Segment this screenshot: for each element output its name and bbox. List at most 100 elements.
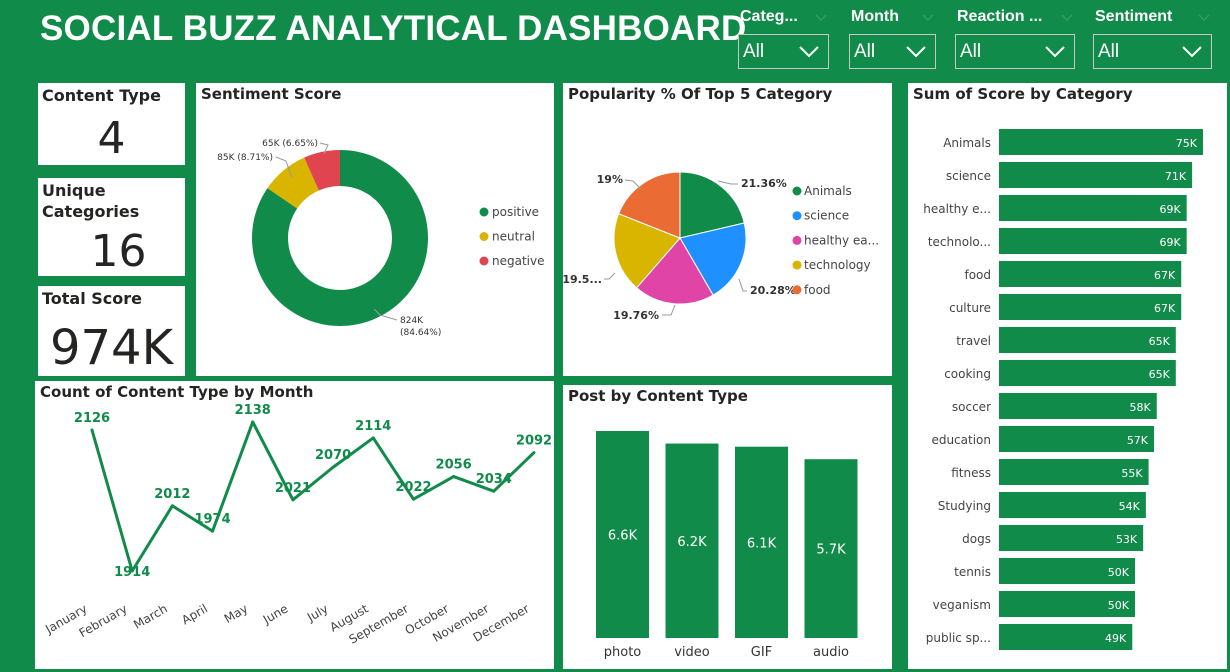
line-x-label-may: May [222,601,250,626]
chevron-down-icon[interactable] [1059,10,1075,26]
bar-data-label: 58K [1130,401,1152,414]
post-by-content-type-panel[interactable]: Post by Content Type 6.6K photo 6.2K video 6… [563,385,892,669]
slicer-sentiment-dropdown[interactable]: All [1093,34,1212,69]
line-x-label-july: July [304,601,331,624]
popularity-pie-chart[interactable]: 21.36% 20.28% 19.76% 19.5... 19% Animals scien… [563,83,892,376]
bar-data-label: 67K [1154,269,1176,282]
slicer-category[interactable]: Categ... All [738,6,829,70]
legend-label-negative: negative [492,254,544,268]
bar-data-label: 57K [1127,434,1149,447]
slicer-reaction-value: All [960,41,982,62]
legend-label-animals: Animals [804,184,852,198]
line-x-label-april: April [179,601,210,627]
chevron-down-icon[interactable] [813,10,829,26]
chevron-down-icon[interactable] [920,10,936,26]
chevron-down-icon [1182,46,1202,58]
dashboard-title: SOCIAL BUZZ ANALYTICAL DASHBOARD [40,9,747,48]
line-point-december [532,451,536,455]
bar-data-label: 67K [1154,302,1176,315]
slicer-sentiment-value: All [1098,41,1120,62]
card-total-score-value: 974K [49,320,174,376]
slicer-category-dropdown[interactable]: All [738,34,829,69]
sentiment-score-panel[interactable]: Sentiment Score 824K (84.64%) 85K (8.71%) 6… [196,83,554,376]
line-data-label: 2021 [275,481,311,496]
pie-leader-animals [717,180,738,185]
line-point-september [411,497,415,501]
legend-marker-neutral [479,232,489,241]
popularity-panel[interactable]: Popularity % Of Top 5 Category 21.36% 20.… [563,83,892,376]
pie-label-animals: 21.36% [741,177,787,190]
legend-marker-animals [792,186,802,196]
content-by-month-chart[interactable]: 2126January1914February2012March1974Apri… [35,381,554,669]
line-point-october [452,475,456,479]
line-data-label: 2126 [74,411,110,426]
bar-category-label: Animals [943,136,991,150]
legend-marker-food [792,285,802,295]
card-content-type-value: 4 [97,113,126,164]
bar-category-label: technolo... [928,235,991,249]
score-by-category-chart[interactable]: Animals 75K science 71K healthy e... 69K techn… [908,83,1227,669]
line-point-july [331,465,335,469]
chevron-down-icon [906,46,926,58]
line-x-label-march: March [131,601,170,631]
slicer-reaction-dropdown[interactable]: All [955,34,1075,69]
score-by-category-panel[interactable]: Sum of Score by Category Animals 75K scien… [908,83,1227,669]
bar-data-label: 6.2K [677,535,707,550]
slicer-category-value: All [743,41,765,62]
bar-category-label: veganism [933,598,991,612]
slicer-category-label: Categ... [740,8,798,25]
line-data-label: 2070 [315,448,351,463]
card-content-type-title: Content Type [42,86,161,105]
bar-data-label: 75K [1176,137,1198,150]
bar-category-label: food [964,268,991,282]
card-unique-categories-value: 16 [90,226,147,277]
bar-data-label: 6.6K [608,529,638,544]
bar-data-label: 50K [1108,599,1130,612]
pie-leader-healthy-eating [662,304,676,316]
slicer-sentiment[interactable]: Sentiment All [1093,6,1212,70]
bar-category-label: science [946,169,991,183]
bar-data-label: 49K [1105,632,1127,645]
card-content-type: Content Type 4 [38,83,185,165]
pie-leader-technology [604,272,616,280]
line-point-august [371,436,375,440]
content-by-month-panel[interactable]: Count of Content Type by Month 2126 Janua… [35,381,554,669]
legend-marker-positive [479,207,489,217]
chevron-down-icon[interactable] [1196,10,1212,26]
line-data-label: 2056 [436,458,472,473]
slicer-month-dropdown[interactable]: All [849,34,936,69]
bar-data-label: 69K [1159,236,1181,249]
line-x-label-june: June [260,601,291,627]
bar-category-label: cooking [944,367,991,381]
bar-data-label: 65K [1149,335,1171,348]
slicer-month[interactable]: Month All [849,6,936,70]
bar-category-label: tennis [954,565,991,579]
bar-category-label-audio: audio [813,645,849,660]
line-data-label: 2034 [476,472,512,487]
bar-data-label: 6.1K [747,536,777,551]
line-point-may [251,420,255,424]
legend-marker-technology [792,260,802,270]
post-by-content-type-chart[interactable]: 6.6K photo 6.2K video 6.1K GIF 5.7K audio [563,385,892,669]
legend-marker-science [792,211,802,221]
legend-marker-negative [479,256,489,266]
slicer-reaction[interactable]: Reaction ... All [955,6,1075,70]
legend-label-technology: technology [804,258,871,272]
pie-label-science: 20.28% [750,284,796,297]
legend-label-neutral: neutral [492,230,535,244]
sentiment-donut-chart[interactable]: 824K (84.64%) 85K (8.71%) 65K (6.65%) positi… [196,83,554,376]
line-point-march [170,504,174,508]
bar-data-label: 54K [1119,500,1141,513]
legend-label-healthy-eating: healthy ea... [804,233,879,247]
chevron-down-icon [799,46,819,58]
card-total-score: Total Score 974K [38,286,185,376]
line-data-label: 2022 [395,480,431,495]
bar-data-label: 69K [1159,203,1181,216]
pie-label-food: 19% [597,173,623,186]
card-unique-categories: Unique Categories 16 [38,178,185,277]
bar-category-label: dogs [962,532,991,546]
legend-label-science: science [804,209,849,223]
line-data-label: 2012 [154,487,190,502]
pie-label-healthy-eating: 19.76% [613,309,659,322]
donut-label-positive-pct: (84.64%) [400,328,441,338]
